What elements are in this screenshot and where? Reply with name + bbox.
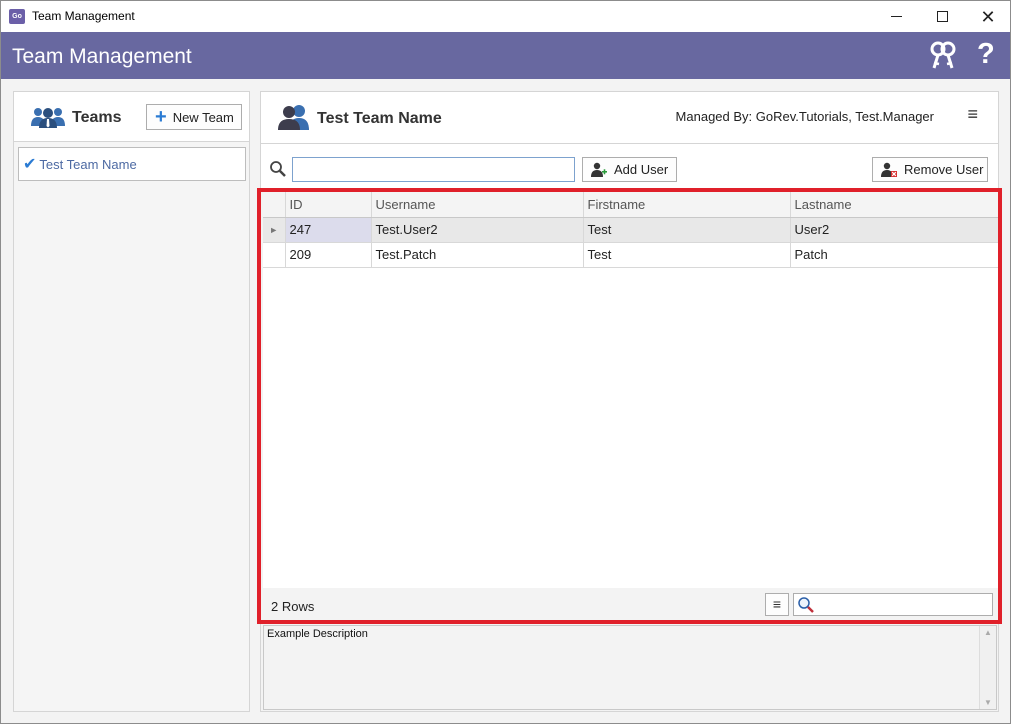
scroll-up-icon[interactable]: ▲ — [984, 628, 992, 637]
add-user-button[interactable]: Add User — [582, 157, 677, 182]
team-menu-icon[interactable]: ≡ — [967, 104, 978, 125]
add-user-label: Add User — [614, 162, 669, 177]
teams-header: Teams + New Team — [14, 92, 249, 142]
remove-user-icon — [881, 162, 897, 177]
column-header-firstname[interactable]: Firstname — [583, 192, 791, 218]
app-window: Go Team Management ✕ Team Management ? T… — [0, 0, 1011, 724]
user-search-input[interactable] — [292, 157, 575, 182]
table-row[interactable]: ► 247 Test.User2 Test User2 — [263, 217, 999, 243]
grid-search-icon — [798, 597, 814, 613]
row-pointer-icon: ► — [263, 217, 286, 243]
column-header-id[interactable]: ID — [285, 192, 372, 218]
window-title: Team Management — [32, 9, 135, 23]
plus-icon: + — [155, 106, 167, 128]
grid-menu-button[interactable]: ≡ — [765, 593, 789, 616]
row-indicator-header — [263, 192, 286, 218]
column-header-lastname[interactable]: Lastname — [790, 192, 999, 218]
row-count-label: 2 Rows — [271, 599, 315, 614]
new-team-button[interactable]: + New Team — [146, 104, 242, 130]
cell-id[interactable]: 247 — [285, 217, 372, 243]
cell-username[interactable]: Test.User2 — [371, 217, 584, 243]
managed-by-label: Managed By: GoRev.Tutorials, Test.Manage… — [675, 109, 934, 124]
remove-user-label: Remove User — [904, 162, 984, 177]
keys-icon[interactable] — [929, 41, 957, 71]
checkmark-icon: ✔ — [23, 156, 37, 173]
app-icon: Go — [9, 9, 25, 24]
maximize-button[interactable] — [919, 1, 965, 32]
team-list-item[interactable]: ✔ Test Team Name — [18, 147, 246, 181]
new-team-label: New Team — [172, 109, 234, 125]
app-header: Team Management ? — [1, 32, 1010, 79]
team-members-icon — [278, 105, 309, 130]
close-icon: ✕ — [980, 6, 996, 27]
team-description[interactable]: Example Description ▲ ▼ — [263, 625, 997, 710]
table-header-row: ID Username Firstname Lastname — [263, 192, 999, 218]
cell-lastname[interactable]: User2 — [790, 217, 999, 243]
team-description-text: Example Description — [267, 628, 368, 640]
cell-username[interactable]: Test.Patch — [371, 242, 584, 268]
close-button[interactable]: ✕ — [965, 1, 1010, 32]
maximize-icon — [936, 11, 948, 22]
title-bar: Go Team Management ✕ — [1, 1, 1010, 32]
scroll-down-icon[interactable]: ▼ — [984, 698, 992, 707]
team-name-heading: Test Team Name — [317, 110, 442, 127]
team-detail-panel: Test Team Name Managed By: GoRev.Tutoria… — [260, 91, 999, 712]
remove-user-button[interactable]: Remove User — [872, 157, 988, 182]
teams-panel: Teams + New Team ✔ Test Team Name — [13, 91, 250, 712]
cell-firstname[interactable]: Test — [583, 242, 791, 268]
minimize-icon — [890, 16, 902, 17]
teams-title: Teams — [72, 109, 122, 126]
row-indicator — [263, 242, 286, 268]
teams-icon — [31, 108, 65, 128]
cell-firstname[interactable]: Test — [583, 217, 791, 243]
user-search-row: Add User Remove User — [261, 144, 998, 190]
users-grid: ID Username Firstname Lastname ► 247 Tes… — [263, 192, 999, 623]
users-table: ID Username Firstname Lastname ► 247 Tes… — [263, 192, 999, 268]
team-list-item-label: Test Team Name — [39, 156, 137, 172]
add-user-icon — [591, 162, 607, 177]
help-icon[interactable]: ? — [977, 38, 995, 71]
column-header-username[interactable]: Username — [371, 192, 584, 218]
search-icon — [270, 161, 286, 177]
minimize-button[interactable] — [873, 1, 919, 32]
grid-search-input[interactable] — [793, 593, 993, 616]
team-detail-header: Test Team Name Managed By: GoRev.Tutoria… — [261, 92, 998, 144]
grid-footer: 2 Rows ≡ — [263, 588, 999, 621]
cell-lastname[interactable]: Patch — [790, 242, 999, 268]
cell-id[interactable]: 209 — [285, 242, 372, 268]
table-row[interactable]: 209 Test.Patch Test Patch — [263, 242, 999, 268]
page-title: Team Management — [12, 45, 192, 68]
description-scrollbar[interactable]: ▲ ▼ — [979, 626, 996, 709]
